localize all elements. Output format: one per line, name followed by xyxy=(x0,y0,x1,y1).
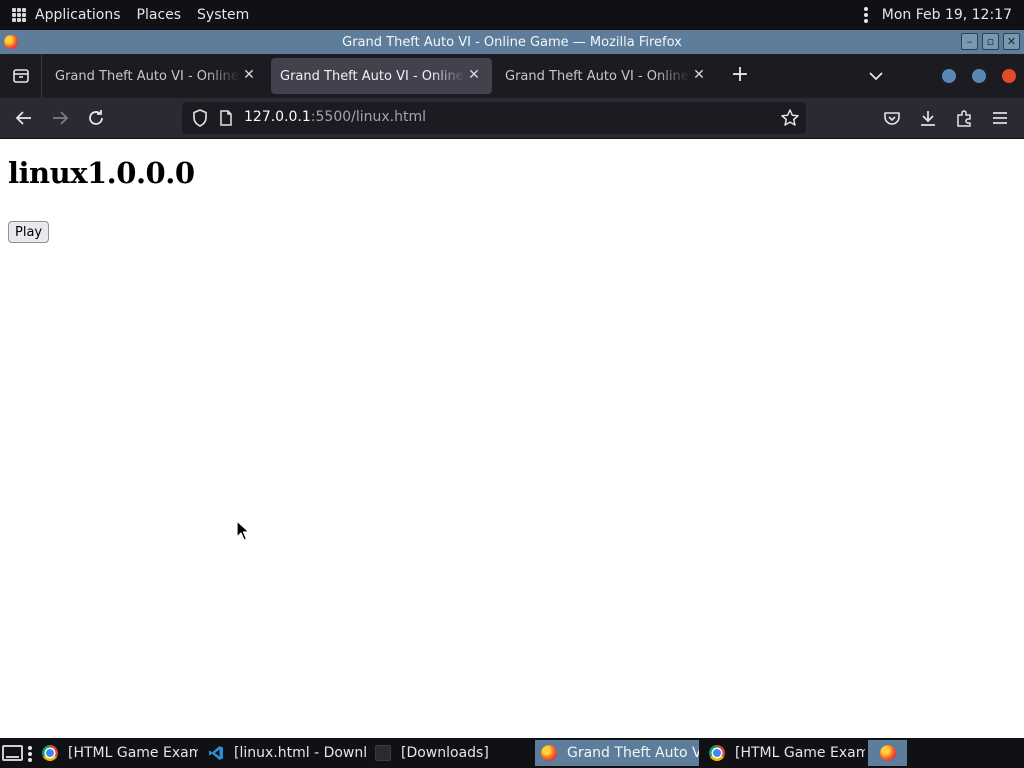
mouse-cursor-icon xyxy=(236,520,250,541)
minimize-button[interactable]: – xyxy=(961,33,978,50)
tab-3[interactable]: Grand Theft Auto VI - Online Game ✕ xyxy=(496,58,717,94)
tab-strip: Grand Theft Auto VI - Online Game ✕ Gran… xyxy=(0,54,1024,98)
bookmark-star-icon[interactable] xyxy=(780,108,800,128)
close-window-button[interactable]: ✕ xyxy=(1003,33,1020,50)
top-panel-right: Mon Feb 19, 12:17 xyxy=(863,0,1012,30)
firefox-icon xyxy=(541,745,557,761)
forward-arrow-icon[interactable] xyxy=(50,108,70,128)
dot-icon[interactable] xyxy=(972,69,986,83)
play-button[interactable]: Play xyxy=(8,221,50,243)
apps-grid-icon[interactable] xyxy=(12,8,26,22)
firefox-view-icon xyxy=(12,69,29,83)
taskbar-task-label: [Downloads] xyxy=(401,745,489,761)
firefox-icon xyxy=(879,745,896,761)
url-host: 127.0.0.1 xyxy=(244,109,311,125)
window-title-bar[interactable]: Grand Theft Auto VI - Online Game — Mozi… xyxy=(0,30,1024,54)
close-tab-icon[interactable]: ✕ xyxy=(466,67,482,83)
back-arrow-icon[interactable] xyxy=(14,108,34,128)
menu-applications[interactable]: Applications xyxy=(35,7,121,23)
dot-icon[interactable] xyxy=(1002,69,1016,83)
folder-icon xyxy=(375,745,391,761)
dot-icon[interactable] xyxy=(942,69,956,83)
page-content: linux1.0.0.0 Play xyxy=(0,138,1024,738)
hamburger-menu-icon[interactable] xyxy=(990,108,1010,128)
taskbar-task[interactable]: [Downloads] xyxy=(369,740,531,766)
show-desktop-icon[interactable] xyxy=(2,745,23,761)
taskbar-task-label: [linux.html - Downl... xyxy=(234,745,366,761)
url-text[interactable]: 127.0.0.1:5500/linux.html xyxy=(244,109,426,125)
taskbar-task-firefox[interactable] xyxy=(868,740,907,766)
window-controls: – ▫ ✕ xyxy=(961,33,1020,50)
url-path: :5500/linux.html xyxy=(310,109,427,125)
close-tab-icon[interactable]: ✕ xyxy=(241,67,257,83)
reload-icon[interactable] xyxy=(86,108,106,128)
maximize-button[interactable]: ▫ xyxy=(982,33,999,50)
shield-icon[interactable] xyxy=(190,108,210,128)
new-tab-button[interactable]: + xyxy=(725,61,755,91)
window-title: Grand Theft Auto VI - Online Game — Mozi… xyxy=(342,34,682,50)
top-panel: Applications Places System Mon Feb 19, 1… xyxy=(0,0,1024,30)
menu-places[interactable]: Places xyxy=(137,7,182,23)
taskbar-task[interactable]: [linux.html - Downl... xyxy=(202,740,366,766)
tab-label: Grand Theft Auto VI - Online Game xyxy=(55,68,240,84)
pocket-icon[interactable] xyxy=(882,108,902,128)
page-icon[interactable] xyxy=(218,109,234,127)
tab-2-active[interactable]: Grand Theft Auto VI - Online Game ✕ xyxy=(271,58,492,94)
chrome-icon xyxy=(42,745,58,761)
extensions-icon[interactable] xyxy=(954,108,974,128)
vscode-icon xyxy=(209,746,223,760)
url-bar[interactable]: 127.0.0.1:5500/linux.html xyxy=(182,102,806,134)
list-all-tabs-icon[interactable] xyxy=(866,66,886,86)
desktop-screen: Applications Places System Mon Feb 19, 1… xyxy=(0,0,1024,768)
taskbar: [HTML Game Exam... [linux.html - Downl..… xyxy=(0,738,1024,768)
taskbar-task-active[interactable]: Grand Theft Auto VI... xyxy=(535,740,699,766)
panel-kebab-icon[interactable] xyxy=(863,7,868,23)
taskbar-task[interactable]: [HTML Game Exam... xyxy=(703,740,865,766)
firefox-view-button[interactable] xyxy=(0,54,42,98)
firefox-icon xyxy=(4,35,18,49)
navigation-toolbar: 127.0.0.1:5500/linux.html xyxy=(0,98,1024,138)
taskbar-task[interactable]: [HTML Game Exam... xyxy=(36,740,198,766)
taskbar-kebab-icon[interactable] xyxy=(28,746,32,762)
tab-label: Grand Theft Auto VI - Online Game xyxy=(505,68,690,84)
taskbar-task-label: [HTML Game Exam... xyxy=(68,745,198,761)
tab-label: Grand Theft Auto VI - Online Game xyxy=(280,68,465,84)
taskbar-task-label: Grand Theft Auto VI... xyxy=(567,745,699,761)
menu-system[interactable]: System xyxy=(197,7,249,23)
tab-1[interactable]: Grand Theft Auto VI - Online Game ✕ xyxy=(46,58,267,94)
panel-clock[interactable]: Mon Feb 19, 12:17 xyxy=(882,7,1012,23)
taskbar-task-label: [HTML Game Exam... xyxy=(735,745,865,761)
download-icon[interactable] xyxy=(918,108,938,128)
chrome-icon xyxy=(709,745,725,761)
page-heading: linux1.0.0.0 xyxy=(8,156,195,190)
window-dots xyxy=(942,69,1016,83)
close-tab-icon[interactable]: ✕ xyxy=(691,67,707,83)
